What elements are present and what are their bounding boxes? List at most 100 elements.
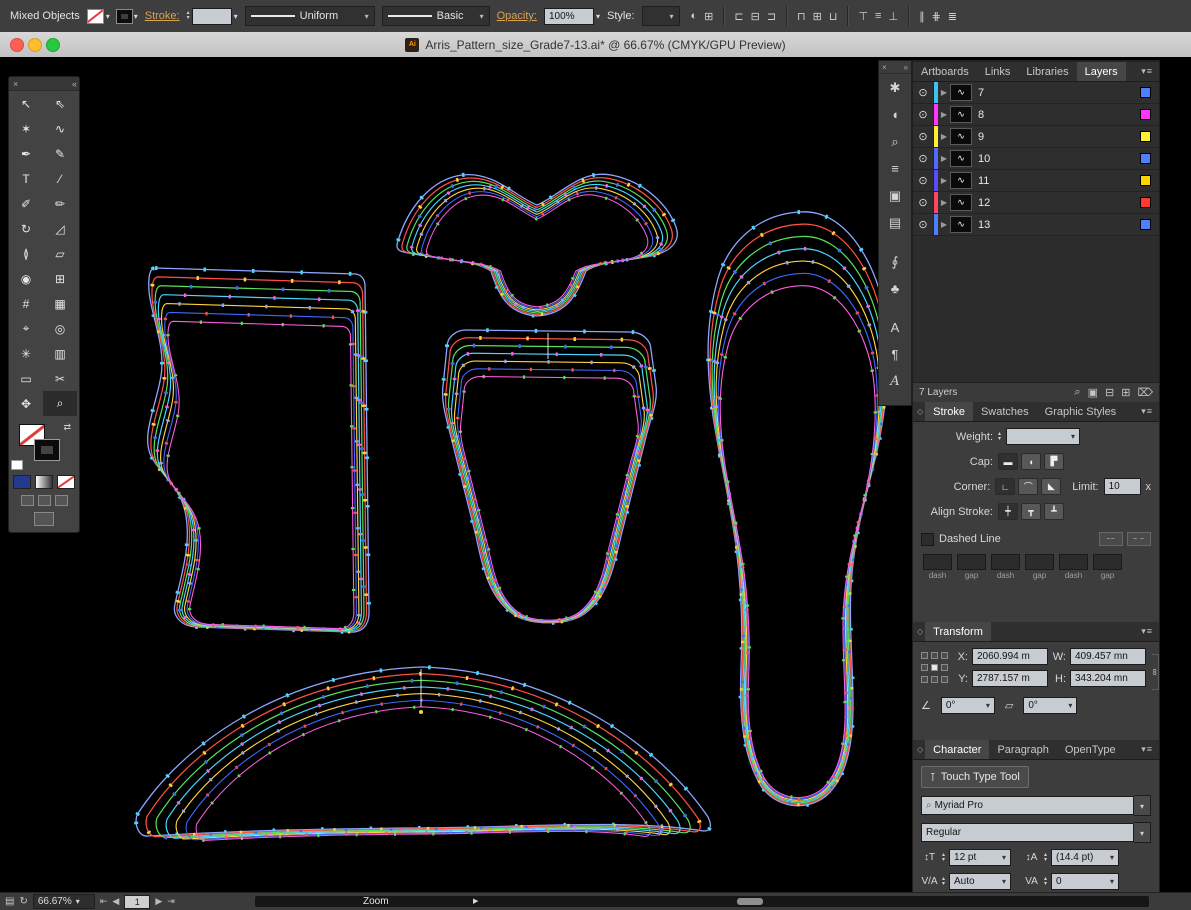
layer-expand-icon[interactable] <box>938 132 950 141</box>
stroke-panel-link[interactable]: Stroke: <box>145 10 180 22</box>
fill-color-picker[interactable] <box>87 9 110 24</box>
panel-menu-icon[interactable] <box>1135 740 1159 759</box>
piece-vamp-grade-7[interactable] <box>443 330 657 623</box>
zoom-tool[interactable]: ⌕ <box>43 391 77 416</box>
stroke-tab-stroke[interactable]: Stroke <box>925 402 973 421</box>
piece-insole-grade-10[interactable] <box>714 249 881 802</box>
paragraph-styles-panel-icon[interactable]: ¶ <box>879 341 911 368</box>
last-artboard-button[interactable]: ⇥ <box>167 896 175 907</box>
distribute-horizontal-center-icon[interactable]: ⋕ <box>932 10 941 23</box>
free-transform-tool[interactable]: ▱ <box>43 241 77 266</box>
layer-thumbnail[interactable] <box>950 216 972 233</box>
piece-insole-grade-7[interactable] <box>708 212 888 806</box>
draw-inside-button[interactable] <box>55 495 68 506</box>
piece-insole-grade-11[interactable] <box>716 261 879 800</box>
pattern-artwork[interactable] <box>0 57 920 893</box>
line-segment-tool[interactable]: ∕ <box>43 166 77 191</box>
stroke-weight-dropdown[interactable] <box>187 8 238 25</box>
close-icon[interactable] <box>882 63 887 72</box>
glyphs-panel-icon[interactable]: A <box>879 368 911 395</box>
brush-definition-dropdown[interactable]: Basic <box>382 6 490 26</box>
piece-quarter-grade-10[interactable] <box>157 295 361 631</box>
dash-field-1[interactable] <box>957 554 986 570</box>
type-tab-paragraph[interactable]: Paragraph <box>989 740 1056 759</box>
piece-collar-grade-8[interactable] <box>402 178 673 315</box>
layer-selection-chip[interactable] <box>1140 109 1151 120</box>
panel-cycle-icon[interactable] <box>913 622 925 641</box>
piece-quarter-grade-9[interactable] <box>154 286 364 631</box>
width-profile-dropdown[interactable]: Uniform <box>245 6 375 26</box>
panel-tab-layers[interactable]: Layers <box>1077 62 1126 81</box>
dashed-line-checkbox[interactable] <box>921 533 934 546</box>
distribute-horizontal-right-icon[interactable]: ≣ <box>948 10 957 23</box>
opacity-panel-link[interactable]: Opacity: <box>497 10 537 22</box>
dash-field-0[interactable] <box>923 554 952 570</box>
layer-name[interactable]: 8 <box>972 109 1140 121</box>
distribute-vertical-bottom-icon[interactable]: ⊥ <box>888 10 898 23</box>
recolor-artwork-icon[interactable]: ◐ <box>691 10 698 22</box>
collapse-icon[interactable] <box>72 79 75 89</box>
close-button[interactable] <box>10 38 24 52</box>
appearance-panel-icon[interactable]: ≡ <box>879 155 911 182</box>
corner-round-button[interactable]: ⌒ <box>1018 478 1038 495</box>
panel-menu-icon[interactable] <box>1135 402 1159 421</box>
layer-visibility-icon[interactable] <box>913 192 934 213</box>
horizontal-scrollbar-thumb[interactable] <box>737 898 763 905</box>
curvature-tool[interactable]: ✎ <box>43 141 77 166</box>
reference-point[interactable] <box>921 652 928 659</box>
reference-point[interactable] <box>941 664 948 671</box>
layer-visibility-icon[interactable] <box>913 82 934 103</box>
distribute-horizontal-left-icon[interactable]: ∥ <box>919 10 925 23</box>
align-horizontal-center-icon[interactable]: ⊟ <box>751 10 760 23</box>
layer-selection-chip[interactable] <box>1140 219 1151 230</box>
distribute-vertical-center-icon[interactable]: ≡ <box>875 10 881 22</box>
eyedropper-tool[interactable]: ⌖ <box>9 316 43 341</box>
align-horizontal-left-icon[interactable]: ⊏ <box>734 10 743 23</box>
layer-selection-chip[interactable] <box>1140 131 1151 142</box>
navigator-panel-icon[interactable]: ⌕ <box>879 128 911 155</box>
locate-object-icon[interactable]: ⌕ <box>1074 386 1080 399</box>
cap-butt-button[interactable]: ▬ <box>998 453 1018 470</box>
mesh-tool[interactable]: # <box>9 291 43 316</box>
layer-row[interactable]: 13 <box>913 214 1159 236</box>
cap-round-button[interactable]: ◖ <box>1021 453 1041 470</box>
tracking-stepper[interactable] <box>1044 877 1047 887</box>
layer-visibility-icon[interactable] <box>913 170 934 191</box>
layer-row[interactable]: 7 <box>913 82 1159 104</box>
panel-menu-icon[interactable] <box>1135 62 1159 81</box>
piece-quarter-grade-11[interactable] <box>161 304 359 630</box>
layer-visibility-icon[interactable] <box>913 104 934 125</box>
font-size-field[interactable]: 12 pt <box>949 849 1011 866</box>
constrain-proportions-icon[interactable]: ∞ <box>1152 654 1159 690</box>
pathfinder-panel-icon[interactable]: ✱ <box>879 74 911 101</box>
leading-field[interactable]: (14.4 pt) <box>1051 849 1119 866</box>
gradient-mode-button[interactable] <box>35 475 53 489</box>
shape-modes-panel-icon[interactable]: ◖ <box>879 101 911 128</box>
piece-collar-grade-7[interactable] <box>397 174 677 316</box>
align-vertical-center-icon[interactable]: ⊞ <box>813 10 822 23</box>
rotate-field[interactable]: 0° <box>941 697 995 714</box>
align-horizontal-right-icon[interactable]: ⊐ <box>767 10 776 23</box>
character-styles-panel-icon[interactable]: A <box>879 314 911 341</box>
panel-cycle-icon[interactable] <box>913 402 925 421</box>
symbols-panel-icon[interactable]: ♣ <box>879 275 911 302</box>
kerning-field[interactable]: Auto <box>949 873 1011 890</box>
align-vertical-top-icon[interactable]: ⊓ <box>797 10 806 23</box>
h-field[interactable]: 343.204 mn <box>1070 670 1146 687</box>
screen-mode-button[interactable] <box>34 512 54 526</box>
layer-row[interactable]: 8 <box>913 104 1159 126</box>
layer-name[interactable]: 7 <box>972 87 1140 99</box>
blend-tool[interactable]: ◎ <box>43 316 77 341</box>
reference-point[interactable] <box>931 652 938 659</box>
layer-visibility-icon[interactable] <box>913 148 934 169</box>
layer-name[interactable]: 12 <box>972 197 1140 209</box>
default-fill-stroke-icon[interactable] <box>11 460 23 470</box>
paintbrush-tool[interactable]: ✐ <box>9 191 43 216</box>
corner-miter-button[interactable]: ∟ <box>995 478 1015 495</box>
artboard-number-field[interactable]: 1 <box>124 895 150 909</box>
w-field[interactable]: 409.457 mn <box>1070 648 1146 665</box>
layer-expand-icon[interactable] <box>938 154 950 163</box>
reference-point-locator[interactable] <box>921 648 948 683</box>
stroke-tab-graphic-styles[interactable]: Graphic Styles <box>1037 402 1125 421</box>
layer-name[interactable]: 13 <box>972 219 1140 231</box>
